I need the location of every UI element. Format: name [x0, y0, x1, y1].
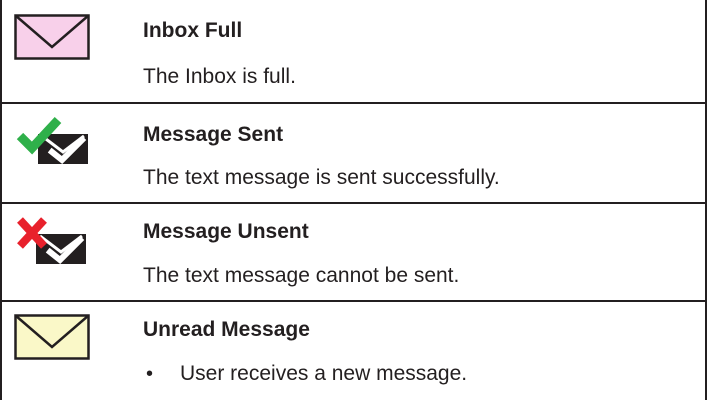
- table-row-inbox-full: Inbox Full The Inbox is full.: [0, 0, 707, 103]
- message-unsent-icon: [14, 214, 94, 265]
- table-row-message-sent: Message Sent The text message is sent su…: [0, 104, 707, 202]
- unread-message-envelope-icon: [14, 314, 94, 362]
- row-description: The text message cannot be sent.: [143, 264, 460, 287]
- inbox-full-envelope-icon: [14, 14, 94, 62]
- table-row-message-unsent: Message Unsent The text message cannot b…: [0, 204, 707, 300]
- row-title: Message Unsent: [143, 220, 309, 243]
- table-row-unread-message: Unread Message • User receives a new mes…: [0, 302, 707, 400]
- row-description: The text message is sent successfully.: [143, 166, 500, 189]
- message-sent-icon: [16, 114, 96, 165]
- row-description: The Inbox is full.: [143, 65, 296, 88]
- row-title: Inbox Full: [143, 19, 243, 42]
- row-title: Message Sent: [143, 123, 284, 146]
- bullet-text: User receives a new message.: [180, 362, 468, 385]
- bullet-marker: •: [146, 363, 154, 385]
- row-title: Unread Message: [143, 318, 310, 341]
- icon-legend-table: Inbox Full The Inbox is full. Message Se…: [0, 0, 707, 400]
